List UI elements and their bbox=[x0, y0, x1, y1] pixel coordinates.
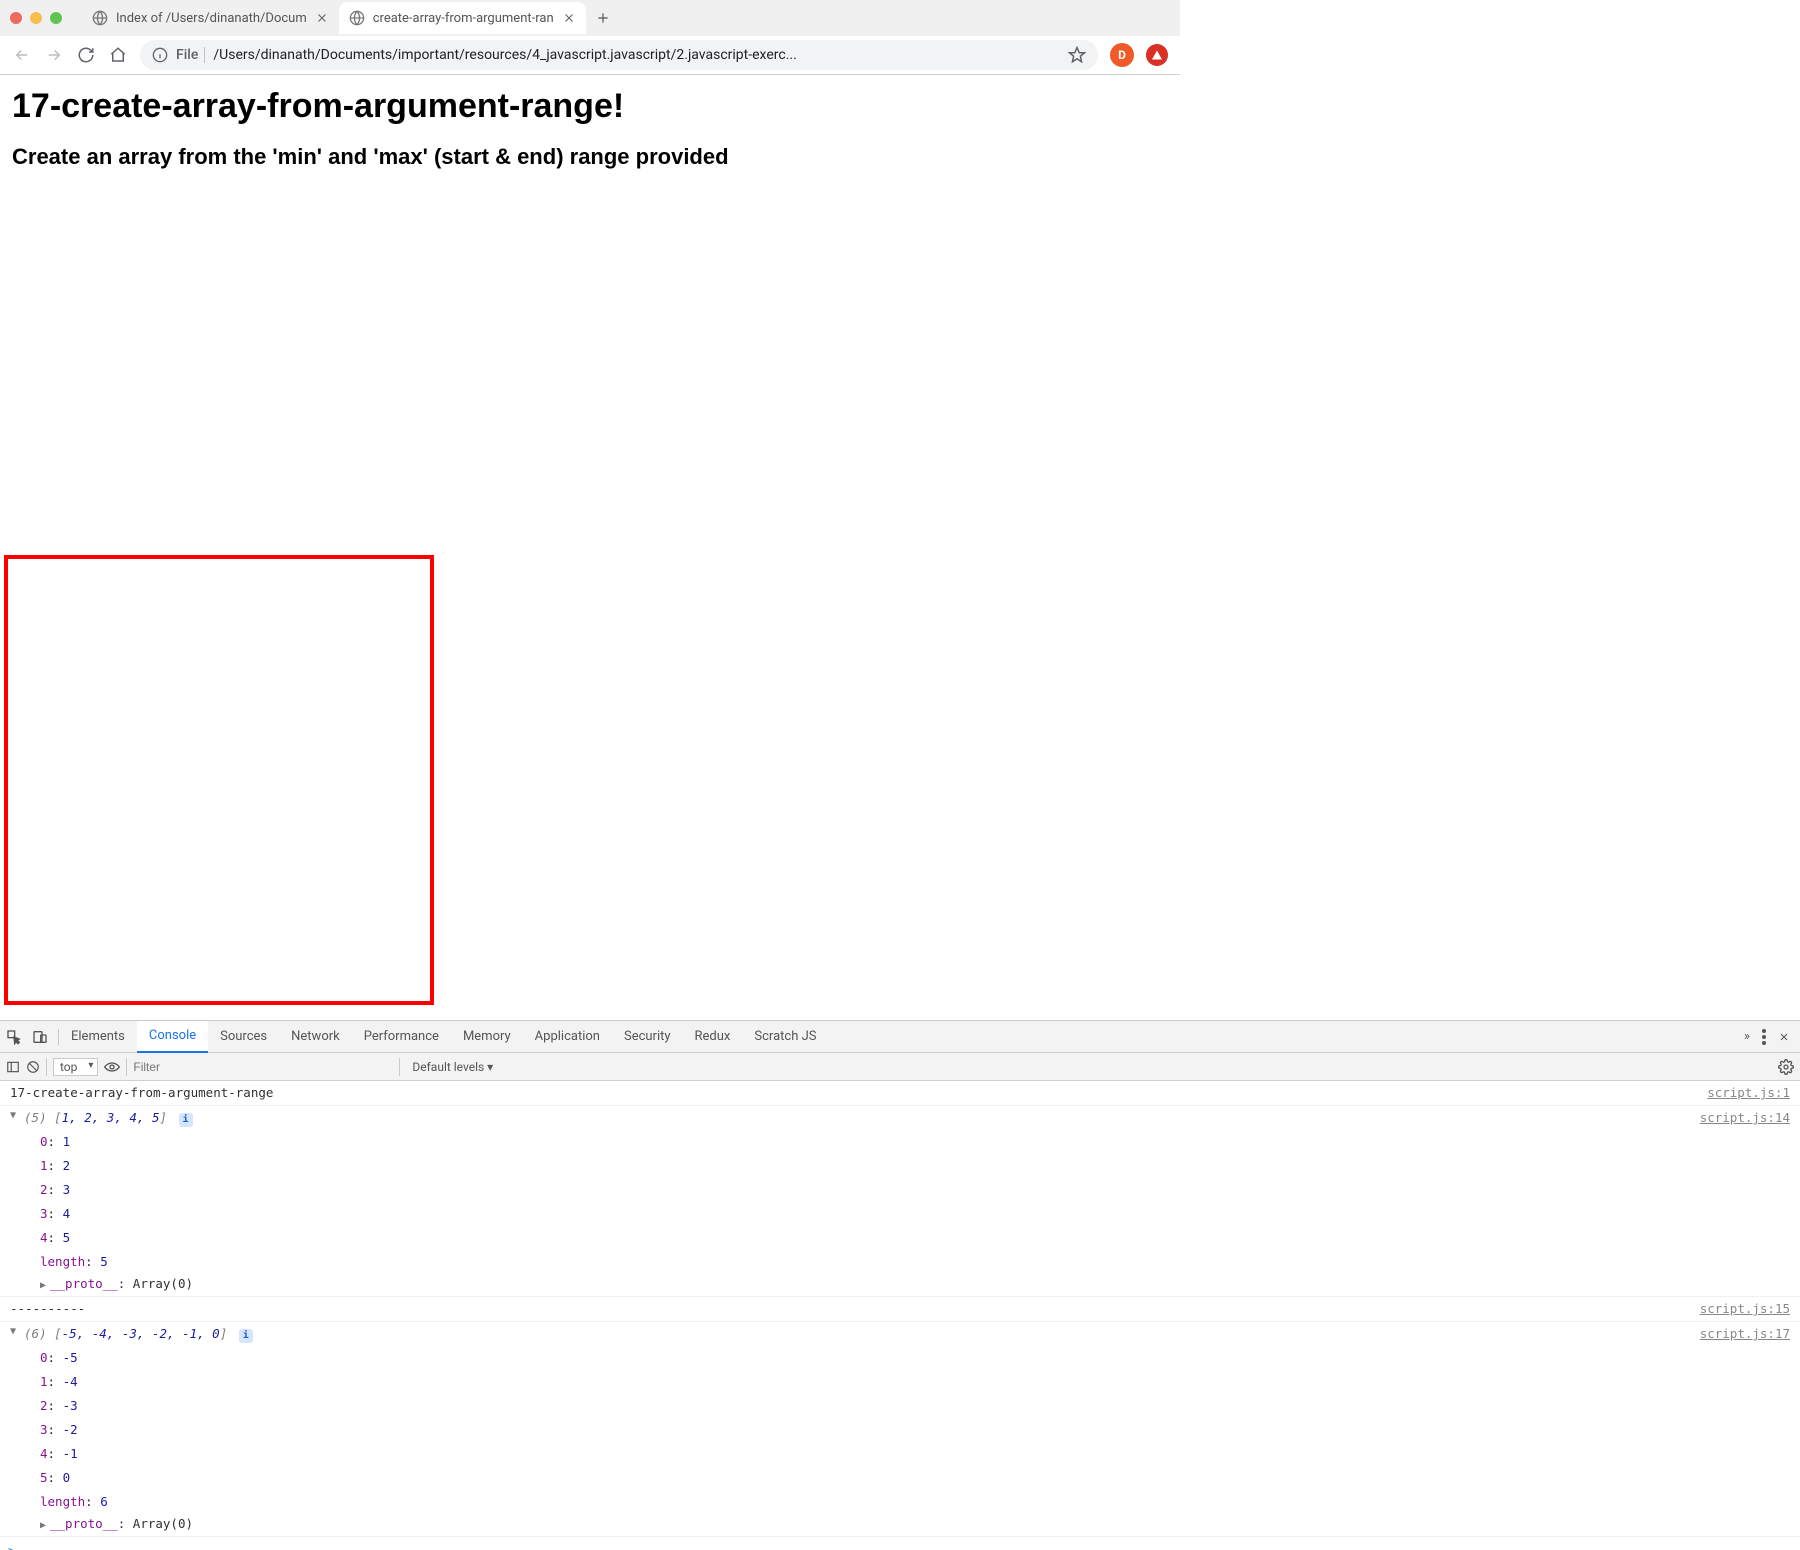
devtools-tab-performance[interactable]: Performance bbox=[352, 1021, 451, 1053]
console-prop-row: 2: 3 bbox=[0, 1178, 1800, 1202]
close-icon[interactable] bbox=[562, 11, 576, 25]
log-text: ---------- bbox=[10, 1299, 1680, 1319]
console-prop-row: 0: 1 bbox=[0, 1130, 1800, 1154]
devtools-tab-elements[interactable]: Elements bbox=[59, 1021, 137, 1053]
source-link[interactable]: script.js:14 bbox=[1680, 1108, 1790, 1128]
caret-right-icon[interactable] bbox=[40, 1278, 50, 1294]
filter-input[interactable] bbox=[133, 1060, 393, 1074]
caret-down-icon[interactable] bbox=[10, 1108, 20, 1124]
reload-icon[interactable] bbox=[76, 45, 96, 65]
forward-icon[interactable] bbox=[44, 45, 64, 65]
profile-avatar[interactable]: D bbox=[1110, 43, 1134, 67]
extension-badge[interactable] bbox=[1146, 44, 1168, 66]
console-log-row: (5) [1, 2, 3, 4, 5] i script.js:14 bbox=[0, 1106, 1800, 1130]
address-bar: File /Users/dinanath/Documents/important… bbox=[0, 36, 1180, 74]
sidebar-toggle-icon[interactable] bbox=[6, 1060, 20, 1074]
caret-down-icon[interactable] bbox=[10, 1324, 20, 1340]
new-tab-button[interactable] bbox=[586, 11, 620, 25]
minimize-window-icon[interactable] bbox=[30, 12, 42, 24]
back-icon[interactable] bbox=[12, 45, 32, 65]
star-icon[interactable] bbox=[1068, 46, 1086, 64]
info-icon[interactable] bbox=[152, 47, 168, 63]
devtools-tab-sources[interactable]: Sources bbox=[208, 1021, 279, 1053]
console-prop-row: 2: -3 bbox=[0, 1394, 1800, 1418]
page-content: 17-create-array-from-argument-range! Cre… bbox=[0, 75, 1180, 182]
console-prop-row: 5: 0 bbox=[0, 1466, 1800, 1490]
globe-icon bbox=[349, 10, 365, 26]
console-prompt[interactable]: > bbox=[0, 1537, 1800, 1550]
console-prop-row: 4: 5 bbox=[0, 1226, 1800, 1250]
log-level-selector[interactable]: Default levels ▾ bbox=[406, 1060, 499, 1074]
devtools-tab-console[interactable]: Console bbox=[137, 1021, 208, 1053]
source-link[interactable]: script.js:17 bbox=[1680, 1324, 1790, 1344]
device-toggle-icon[interactable] bbox=[32, 1029, 48, 1045]
inspect-icon[interactable] bbox=[6, 1029, 22, 1045]
info-badge-icon[interactable]: i bbox=[179, 1113, 193, 1127]
url-input[interactable]: File /Users/dinanath/Documents/important… bbox=[140, 40, 1098, 70]
close-devtools-icon[interactable] bbox=[1778, 1031, 1790, 1043]
console-log-row: (6) [-5, -4, -3, -2, -1, 0] i script.js:… bbox=[0, 1322, 1800, 1346]
tab-title: Index of /Users/dinanath/Docum bbox=[116, 11, 307, 26]
devtools-tab-security[interactable]: Security bbox=[612, 1021, 683, 1053]
console-output: 17-create-array-from-argument-range scri… bbox=[0, 1081, 1800, 1550]
kebab-menu-icon[interactable] bbox=[1762, 1029, 1766, 1045]
browser-tab-inactive[interactable]: Index of /Users/dinanath/Docum bbox=[82, 2, 339, 34]
tab-bar: Index of /Users/dinanath/Docum create-ar… bbox=[0, 0, 1180, 36]
array-length-summary: (5) bbox=[24, 1110, 47, 1125]
devtools-tab-scratch-js[interactable]: Scratch JS bbox=[742, 1021, 828, 1053]
log-text: 17-create-array-from-argument-range bbox=[10, 1083, 1687, 1103]
devtools-tab-bar: ElementsConsoleSourcesNetworkPerformance… bbox=[0, 1021, 1800, 1053]
source-link[interactable]: script.js:1 bbox=[1687, 1083, 1790, 1103]
console-prop-row: length: 5 bbox=[0, 1250, 1800, 1274]
globe-icon bbox=[92, 10, 108, 26]
tab-title: create-array-from-argument-ran bbox=[373, 11, 554, 26]
close-icon[interactable] bbox=[315, 11, 329, 25]
window-controls bbox=[10, 12, 82, 24]
source-link[interactable]: script.js:15 bbox=[1680, 1299, 1790, 1319]
console-proto-row: __proto__: Array(0) bbox=[0, 1274, 1800, 1297]
console-prop-row: length: 6 bbox=[0, 1490, 1800, 1514]
url-scheme: File bbox=[176, 47, 205, 63]
console-prop-row: 3: 4 bbox=[0, 1202, 1800, 1226]
more-tabs-icon[interactable]: » bbox=[1744, 1029, 1750, 1044]
devtools-panel: ElementsConsoleSourcesNetworkPerformance… bbox=[0, 1020, 1800, 1550]
annotation-highlight bbox=[4, 555, 434, 1005]
console-prop-row: 4: -1 bbox=[0, 1442, 1800, 1466]
browser-chrome: Index of /Users/dinanath/Docum create-ar… bbox=[0, 0, 1180, 75]
live-expression-icon[interactable] bbox=[104, 1062, 120, 1072]
caret-right-icon[interactable] bbox=[40, 1518, 50, 1534]
url-path: /Users/dinanath/Documents/important/reso… bbox=[213, 47, 1060, 63]
devtools-tab-memory[interactable]: Memory bbox=[451, 1021, 523, 1053]
close-window-icon[interactable] bbox=[10, 12, 22, 24]
console-toolbar: top Default levels ▾ bbox=[0, 1053, 1800, 1081]
console-log-row: ---------- script.js:15 bbox=[0, 1297, 1800, 1322]
page-subtitle: Create an array from the 'min' and 'max'… bbox=[12, 144, 1168, 170]
console-prop-row: 1: 2 bbox=[0, 1154, 1800, 1178]
console-prop-row: 0: -5 bbox=[0, 1346, 1800, 1370]
devtools-tab-redux[interactable]: Redux bbox=[683, 1021, 743, 1053]
console-log-row: 17-create-array-from-argument-range scri… bbox=[0, 1081, 1800, 1106]
array-length-summary: (6) bbox=[24, 1326, 47, 1341]
context-selector[interactable]: top bbox=[53, 1058, 98, 1076]
page-title: 17-create-array-from-argument-range! bbox=[12, 87, 1168, 126]
browser-tab-active[interactable]: create-array-from-argument-ran bbox=[339, 2, 586, 34]
devtools-tab-network[interactable]: Network bbox=[279, 1021, 352, 1053]
console-proto-row: __proto__: Array(0) bbox=[0, 1514, 1800, 1537]
console-prop-row: 1: -4 bbox=[0, 1370, 1800, 1394]
info-badge-icon[interactable]: i bbox=[239, 1329, 253, 1343]
home-icon[interactable] bbox=[108, 45, 128, 65]
devtools-tab-application[interactable]: Application bbox=[523, 1021, 612, 1053]
maximize-window-icon[interactable] bbox=[50, 12, 62, 24]
gear-icon[interactable] bbox=[1778, 1059, 1794, 1075]
clear-console-icon[interactable] bbox=[26, 1060, 40, 1074]
console-prop-row: 3: -2 bbox=[0, 1418, 1800, 1442]
